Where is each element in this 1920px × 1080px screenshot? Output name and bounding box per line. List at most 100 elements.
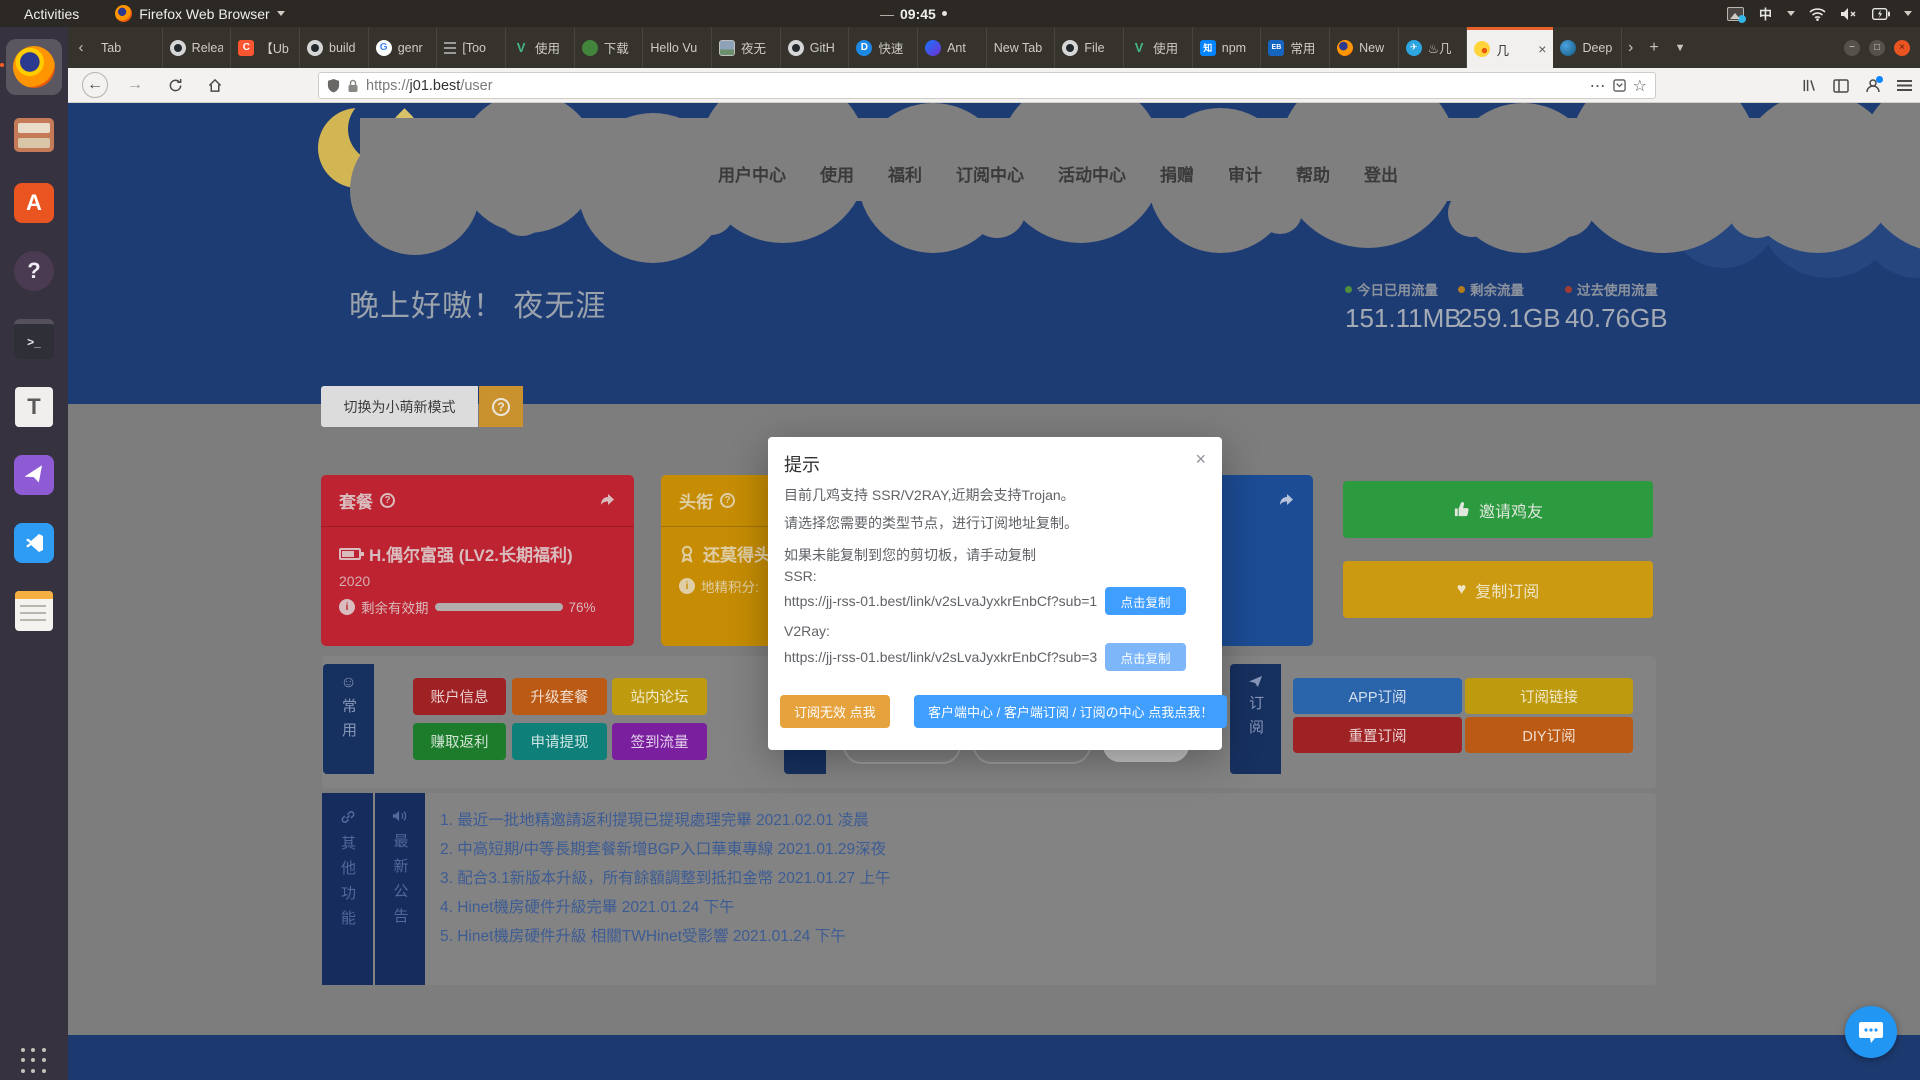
browser-tab[interactable]: New: [1330, 27, 1399, 68]
announcement-link[interactable]: 2. 中高短期/中等長期套餐新增BGP入口華東專線 2021.01.29深夜: [440, 835, 890, 864]
browser-tab[interactable]: 夜无: [712, 27, 781, 68]
app-menu[interactable]: Firefox Web Browser: [115, 5, 284, 22]
home-button[interactable]: [202, 72, 228, 98]
upgrade-plan-button[interactable]: 升级套餐: [512, 678, 607, 715]
browser-tab[interactable]: ✈♨几: [1399, 27, 1468, 68]
nav-item-subscribe-center[interactable]: 订阅中心: [956, 161, 1024, 186]
nav-item-activity-center[interactable]: 活动中心: [1058, 161, 1126, 186]
forum-button[interactable]: 站内论坛: [612, 678, 707, 715]
nav-item-user-center[interactable]: 用户中心: [718, 161, 786, 186]
subscription-invalid-button[interactable]: 订阅无效 点我: [780, 695, 890, 728]
dock-item-firefox[interactable]: [6, 39, 62, 95]
system-tray[interactable]: 中: [1727, 0, 1912, 27]
browser-tab[interactable]: V使用: [1124, 27, 1193, 68]
maximize-button[interactable]: □: [1869, 40, 1885, 56]
nav-item-audit[interactable]: 审计: [1228, 161, 1262, 186]
announcement-link[interactable]: 1. 最近一批地精邀請返利提現已提現處理完畢 2021.02.01 凌晨: [440, 806, 890, 835]
checkin-traffic-button[interactable]: 签到流量: [612, 723, 707, 760]
library-icon[interactable]: [1801, 78, 1817, 93]
close-tab-icon[interactable]: ×: [1538, 41, 1546, 57]
lock-icon[interactable]: [347, 79, 359, 93]
nav-item-logout[interactable]: 登出: [1364, 161, 1398, 186]
earn-rebate-button[interactable]: 赚取返利: [413, 723, 506, 760]
nav-item-usage[interactable]: 使用: [820, 161, 854, 186]
v2ray-url[interactable]: https://jj-rss-01.best/link/v2sLvaJyxkrE…: [784, 649, 1097, 665]
copy-v2ray-button[interactable]: 点击复制: [1105, 643, 1186, 671]
mode-toggle-button[interactable]: 切换为小萌新模式: [321, 386, 478, 427]
browser-tab[interactable]: C【Ub: [231, 27, 300, 68]
dock-item-files[interactable]: [6, 107, 62, 163]
minimize-button[interactable]: −: [1844, 40, 1860, 56]
tab-list-dropdown[interactable]: ▼: [1675, 42, 1686, 54]
input-method-indicator[interactable]: 中: [1758, 3, 1773, 24]
common-tab[interactable]: ☺ 常用: [323, 664, 374, 774]
screenshot-icon[interactable]: [1727, 7, 1744, 21]
share-icon[interactable]: [1277, 493, 1295, 509]
copy-ssr-button[interactable]: 点击复制: [1105, 587, 1186, 615]
browser-tab[interactable]: build: [300, 27, 369, 68]
mode-help-button[interactable]: ?: [479, 386, 523, 427]
close-icon[interactable]: ×: [1195, 449, 1206, 470]
browser-tab[interactable]: Relea: [163, 27, 232, 68]
question-icon[interactable]: ?: [380, 493, 395, 508]
browser-tab[interactable]: GitH: [781, 27, 850, 68]
dock-item-ubuntu-software[interactable]: A: [6, 175, 62, 231]
browser-tab[interactable]: Hello Vu: [643, 27, 712, 68]
dock-item-vscode[interactable]: [6, 515, 62, 571]
nav-item-help[interactable]: 帮助: [1296, 161, 1330, 186]
url-bar[interactable]: https://j01.best/user ⋯ ☆: [318, 72, 1656, 99]
browser-tab[interactable]: EB常用: [1261, 27, 1330, 68]
bookmark-star-icon[interactable]: ☆: [1633, 76, 1647, 96]
browser-tab[interactable]: Ant: [918, 27, 987, 68]
subscribe-tab[interactable]: 订阅: [1230, 664, 1281, 774]
reload-button[interactable]: [162, 72, 188, 98]
browser-tab[interactable]: D快速: [849, 27, 918, 68]
activities-button[interactable]: Activities: [16, 6, 87, 22]
nav-item-benefits[interactable]: 福利: [888, 161, 922, 186]
account-icon[interactable]: [1865, 78, 1881, 94]
invite-friends-button[interactable]: 邀请鸡友: [1343, 481, 1653, 538]
scroll-tabs-left-button[interactable]: ‹: [68, 27, 94, 68]
nav-item-donate[interactable]: 捐赠: [1160, 161, 1194, 186]
back-button[interactable]: ←: [82, 72, 108, 98]
reset-subscription-button[interactable]: 重置订阅: [1293, 717, 1462, 753]
browser-tab[interactable]: Deep: [1553, 27, 1622, 68]
new-tab-button[interactable]: +: [1649, 39, 1658, 57]
scroll-tabs-right-button[interactable]: ›: [1628, 39, 1633, 57]
dock-item-sender[interactable]: [6, 447, 62, 503]
withdraw-button[interactable]: 申请提现: [512, 723, 607, 760]
menu-icon[interactable]: [1897, 80, 1912, 91]
diy-subscription-button[interactable]: DIY订阅: [1465, 717, 1633, 753]
browser-tab[interactable]: Tab: [94, 27, 163, 68]
shield-icon[interactable]: [327, 78, 340, 93]
chat-widget-button[interactable]: [1845, 1006, 1897, 1058]
announcement-link[interactable]: 5. Hinet機房硬件升級 相關TWHinet受影響 2021.01.24 下…: [440, 922, 890, 951]
browser-tab[interactable]: 知npm: [1193, 27, 1262, 68]
page-actions-icon[interactable]: ⋯: [1590, 76, 1606, 96]
announcement-link[interactable]: 4. Hinet機房硬件升級完畢 2021.01.24 下午: [440, 893, 890, 922]
other-functions-tab[interactable]: 其他功能: [322, 793, 373, 985]
app-subscription-button[interactable]: APP订阅: [1293, 678, 1462, 714]
close-window-button[interactable]: ×: [1894, 40, 1910, 56]
dock-item-notes[interactable]: [6, 583, 62, 639]
question-icon[interactable]: ?: [720, 493, 735, 508]
clock-menu[interactable]: — 09:45: [880, 0, 947, 27]
browser-tab[interactable]: 下载: [575, 27, 644, 68]
browser-tab[interactable]: New Tab: [987, 27, 1056, 68]
client-center-button[interactable]: 客户端中心 / 客户端订阅 / 订阅の中心 点我点我！: [914, 695, 1227, 728]
announcement-link[interactable]: 3. 配合3.1新版本升級，所有餘額調整到抵扣金幣 2021.01.27 上午: [440, 864, 890, 893]
dock-item-text-editor[interactable]: T: [6, 379, 62, 435]
sidebar-icon[interactable]: [1833, 79, 1849, 93]
browser-tab[interactable]: [Too: [437, 27, 506, 68]
url-text[interactable]: https://j01.best/user: [366, 78, 1583, 94]
forward-button[interactable]: →: [122, 72, 148, 98]
account-info-button[interactable]: 账户信息: [413, 678, 506, 715]
copy-subscription-button[interactable]: ♥ 复制订阅: [1343, 561, 1653, 618]
dock-item-help[interactable]: ?: [6, 243, 62, 299]
ssr-url[interactable]: https://jj-rss-01.best/link/v2sLvaJyxkrE…: [784, 593, 1097, 609]
browser-tab[interactable]: V使用: [506, 27, 575, 68]
browser-tab-active[interactable]: 几×: [1467, 27, 1553, 68]
pocket-icon[interactable]: [1613, 79, 1626, 92]
dock-item-terminal[interactable]: >_: [6, 311, 62, 367]
latest-news-tab[interactable]: 最新公告: [375, 793, 425, 985]
